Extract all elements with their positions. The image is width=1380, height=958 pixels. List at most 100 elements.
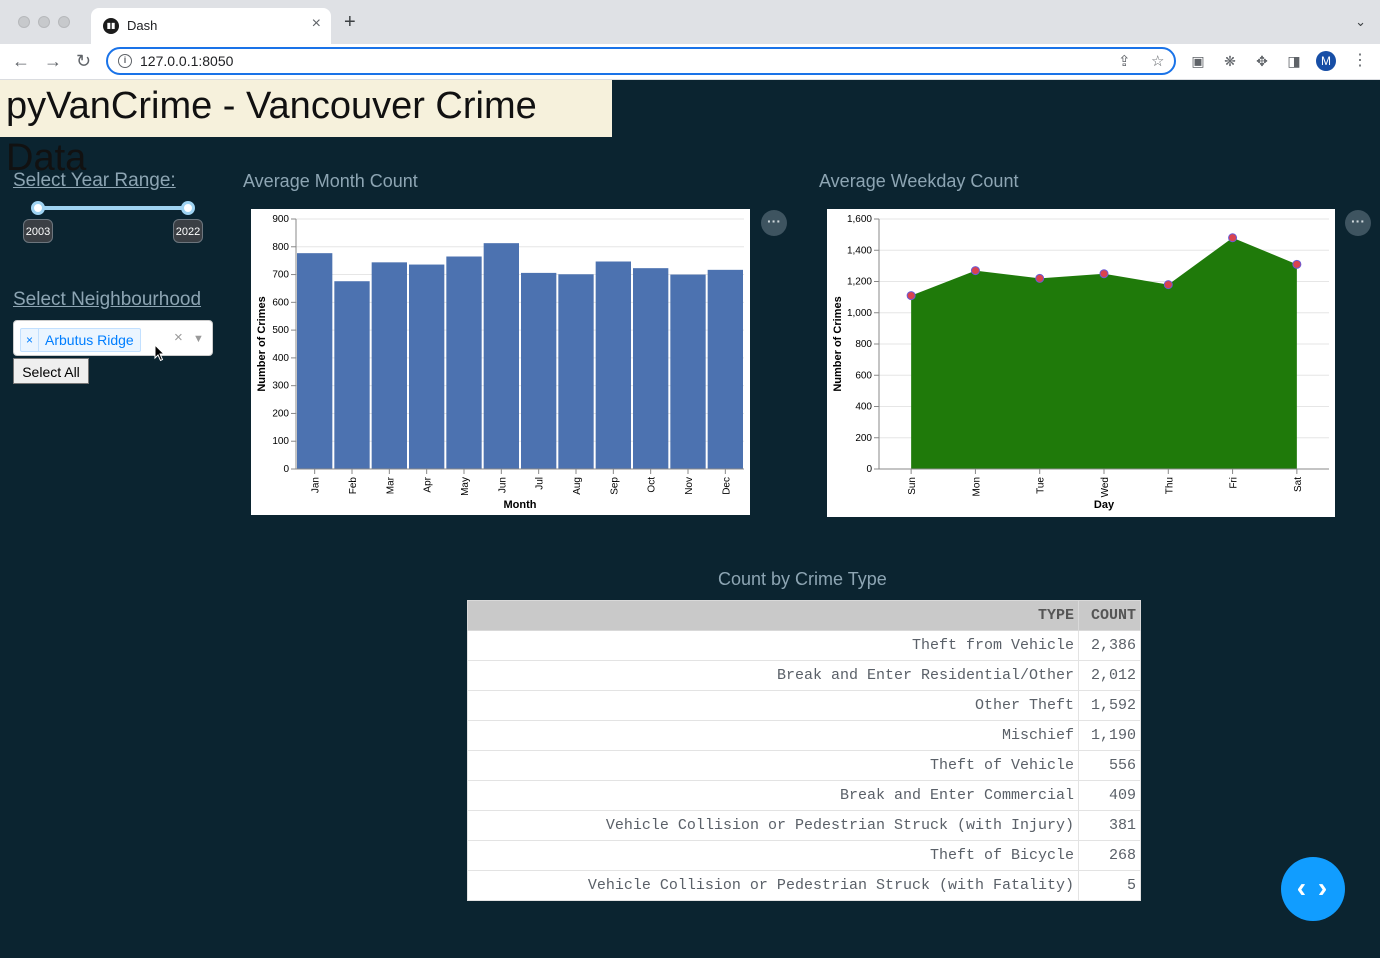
- extension-globe-icon[interactable]: ❋: [1221, 52, 1239, 70]
- y-tick-label: 800: [272, 242, 289, 253]
- y-tick-label: 200: [272, 408, 289, 419]
- profile-avatar[interactable]: M: [1316, 51, 1336, 71]
- bar-apr[interactable]: [409, 264, 445, 469]
- bar-jul[interactable]: [521, 272, 557, 469]
- dash-debug-code-button[interactable]: ‹ ›: [1281, 857, 1345, 921]
- crime-type-cell: Vehicle Collision or Pedestrian Struck (…: [467, 810, 1079, 841]
- tab-close-icon[interactable]: ×: [312, 15, 321, 33]
- count-cell: 2,012: [1078, 660, 1141, 691]
- y-tick-label: 400: [855, 402, 872, 413]
- count-cell: 1,190: [1078, 720, 1141, 751]
- url-text: 127.0.0.1:8050: [140, 53, 234, 69]
- y-tick-label: 800: [855, 339, 872, 350]
- bar-mar[interactable]: [371, 262, 407, 469]
- x-tick-label: Fri: [1229, 477, 1240, 489]
- address-bar[interactable]: i 127.0.0.1:8050 ⇪ ☆: [106, 47, 1176, 75]
- bar-dec[interactable]: [707, 269, 743, 469]
- crime-type-cell: Theft of Vehicle: [467, 750, 1079, 781]
- header-count[interactable]: COUNT: [1078, 600, 1141, 631]
- bar-nov[interactable]: [670, 274, 706, 469]
- year-min-tooltip: 2003: [23, 219, 53, 243]
- window-close-dot[interactable]: [18, 16, 30, 28]
- dropdown-arrow-icon[interactable]: ▼: [193, 329, 204, 349]
- browser-toolbar: ← → ↻ i 127.0.0.1:8050 ⇪ ☆ ▣ ❋ ✥ ◨ M ⋮: [0, 44, 1380, 80]
- crime-type-cell: Theft from Vehicle: [467, 630, 1079, 661]
- extensions-puzzle-icon[interactable]: ✥: [1253, 52, 1271, 70]
- window-minimize-dot[interactable]: [38, 16, 50, 28]
- back-icon[interactable]: ←: [12, 50, 30, 72]
- extension-icon[interactable]: ▣: [1189, 52, 1207, 70]
- select-all-button[interactable]: Select All: [13, 358, 89, 384]
- y-tick-label: 400: [272, 353, 289, 364]
- page-title: pyVanCrime - Vancouver Crime Data: [0, 80, 612, 179]
- table-row: Other Theft 1,592: [467, 690, 1141, 721]
- point-sun[interactable]: [906, 291, 916, 301]
- year-range-label[interactable]: Select Year Range:: [13, 170, 176, 192]
- point-fri[interactable]: [1228, 233, 1238, 243]
- point-thu[interactable]: [1163, 280, 1173, 290]
- side-panel-icon[interactable]: ◨: [1285, 52, 1303, 70]
- crime-type-cell: Break and Enter Residential/Other: [467, 660, 1079, 691]
- reload-icon[interactable]: ↻: [76, 50, 91, 72]
- weekday-chart-actions-button[interactable]: ···: [1345, 210, 1371, 236]
- x-tick-label: Apr: [423, 476, 434, 492]
- y-axis-title: Number of Crimes: [256, 296, 268, 391]
- month-chart-actions-button[interactable]: ···: [761, 210, 787, 236]
- x-axis-title: Day: [1094, 499, 1115, 511]
- crime-type-table: TYPE COUNT Theft from Vehicle 2,386 Break …: [467, 600, 1141, 901]
- bar-jan[interactable]: [297, 253, 333, 469]
- table-row: Theft from Vehicle 2,386: [467, 630, 1141, 661]
- table-row: Break and Enter Residential/Other 2,012: [467, 660, 1141, 691]
- count-cell: 381: [1078, 810, 1141, 841]
- share-icon[interactable]: ⇪: [1118, 52, 1131, 70]
- crime-type-table-wrap: TYPE COUNT Theft from Vehicle 2,386 Break …: [467, 600, 1141, 901]
- bar-oct[interactable]: [633, 268, 669, 469]
- year-min-handle[interactable]: [31, 201, 45, 215]
- new-tab-icon[interactable]: +: [344, 12, 356, 32]
- forward-icon[interactable]: →: [44, 50, 62, 72]
- x-tick-label: Mon: [971, 477, 982, 496]
- site-info-icon[interactable]: i: [118, 54, 132, 68]
- chip-label: Arbutus Ridge: [45, 332, 134, 348]
- table-row: Mischief 1,190: [467, 720, 1141, 751]
- bar-feb[interactable]: [334, 281, 370, 469]
- point-mon[interactable]: [970, 266, 980, 276]
- point-wed[interactable]: [1099, 269, 1109, 279]
- point-sat[interactable]: [1292, 259, 1302, 269]
- y-tick-label: 900: [272, 214, 289, 225]
- x-tick-label: Jun: [497, 477, 508, 493]
- year-max-handle[interactable]: [181, 201, 195, 215]
- neighbourhood-label[interactable]: Select Neighbourhood: [13, 289, 201, 311]
- count-cell: 2,386: [1078, 630, 1141, 661]
- table-header-row: TYPE COUNT: [467, 600, 1141, 631]
- y-tick-label: 0: [283, 464, 289, 475]
- year-range-slider[interactable]: [38, 206, 188, 210]
- count-cell: 1,592: [1078, 690, 1141, 721]
- clear-selection-icon[interactable]: ×: [174, 329, 183, 346]
- x-axis-title: Month: [504, 499, 537, 511]
- bar-jun[interactable]: [483, 243, 519, 469]
- table-row: Theft of Vehicle 556: [467, 750, 1141, 781]
- remove-chip-icon[interactable]: ×: [21, 329, 39, 351]
- tab-search-chevron-icon[interactable]: ⌄: [1355, 14, 1366, 30]
- neighbourhood-dropdown[interactable]: × Arbutus Ridge × ▼: [13, 320, 213, 356]
- crime-type-cell: Break and Enter Commercial: [467, 780, 1079, 811]
- browser-tab[interactable]: ▮▮ Dash ×: [91, 8, 331, 44]
- x-tick-label: Aug: [572, 477, 583, 495]
- x-tick-label: Nov: [684, 477, 695, 495]
- bar-sep[interactable]: [595, 261, 631, 470]
- header-type[interactable]: TYPE: [467, 600, 1079, 631]
- window-zoom-dot[interactable]: [58, 16, 70, 28]
- bookmark-star-icon[interactable]: ☆: [1151, 52, 1164, 70]
- bar-may[interactable]: [446, 256, 482, 470]
- browser-menu-icon[interactable]: ⋮: [1352, 50, 1368, 70]
- month-chart-title: Average Month Count: [243, 171, 418, 191]
- x-tick-label: Tue: [1036, 477, 1047, 494]
- x-tick-label: Feb: [348, 477, 359, 495]
- crime-type-cell: Theft of Bicycle: [467, 840, 1079, 871]
- x-tick-label: Sat: [1293, 477, 1304, 492]
- x-tick-label: May: [460, 477, 471, 496]
- point-tue[interactable]: [1035, 273, 1045, 283]
- bar-aug[interactable]: [558, 274, 594, 469]
- tab-title: Dash: [127, 18, 158, 33]
